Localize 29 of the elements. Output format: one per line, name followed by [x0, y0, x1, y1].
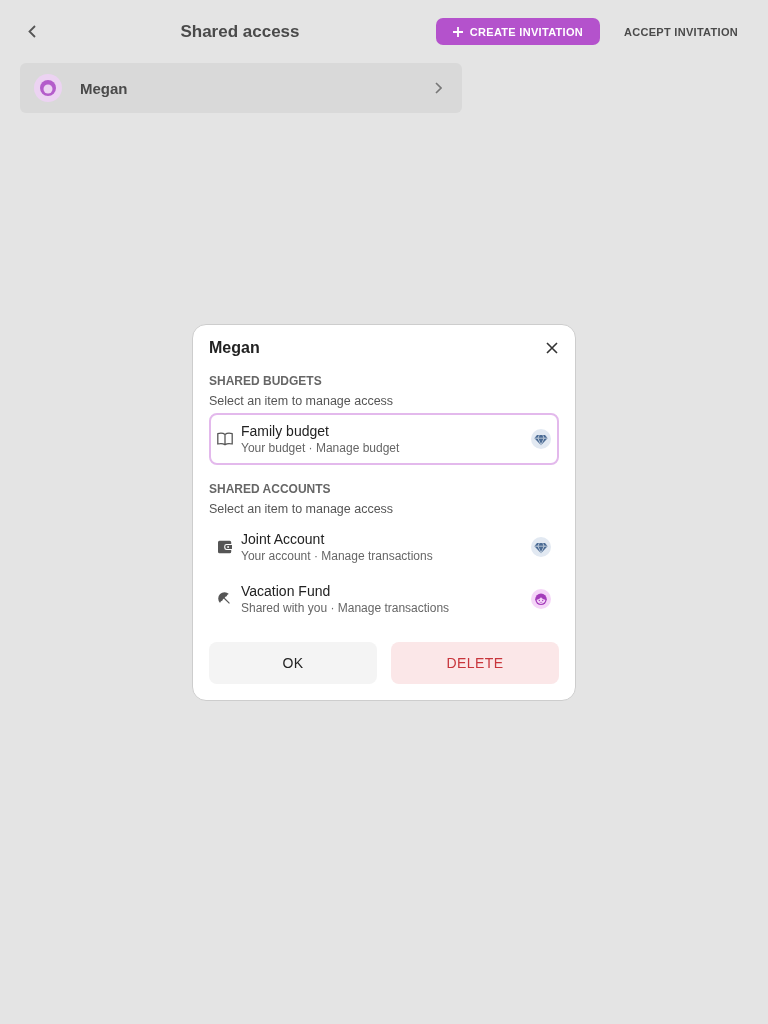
member-name: Megan — [80, 79, 129, 97]
chevron-right-icon — [435, 82, 442, 94]
section-heading: SHARED ACCOUNTS — [209, 480, 332, 497]
access-item[interactable]: Joint Account Your account · Manage transactions — [209, 520, 559, 573]
item-subtitle: Your account · Manage transactions — [241, 547, 434, 564]
item-title: Family budget — [241, 421, 330, 440]
access-item[interactable]: Family budget Your budget · Manage budget — [209, 412, 559, 465]
text-button[interactable]: ACCEPT INVITATION — [613, 18, 748, 45]
wallet-icon — [218, 539, 232, 554]
access-item[interactable]: Vacation Fund Shared with you · Manage transactions — [209, 572, 559, 625]
section-heading: SHARED BUDGETS — [209, 372, 323, 389]
item-subtitle: Your budget · Manage budget — [241, 439, 401, 456]
close-icon[interactable] — [546, 341, 558, 354]
avatar-icon — [34, 74, 62, 102]
book-icon — [217, 430, 233, 447]
page-title: Shared access — [179, 21, 301, 42]
primary-button[interactable]: CREATE INVITATION — [435, 18, 600, 45]
plus-icon — [452, 26, 463, 37]
umbrella-icon — [218, 591, 232, 606]
section-hint: Select an item to manage access — [209, 392, 395, 409]
item-title: Vacation Fund — [241, 581, 332, 600]
back-icon[interactable] — [28, 25, 36, 38]
delete-button[interactable]: DELETE — [391, 641, 559, 684]
ok-button[interactable]: OK — [209, 641, 377, 684]
dialog-title: Megan — [209, 338, 260, 357]
section-hint: Select an item to manage access — [209, 500, 395, 517]
member-row[interactable]: Megan — [20, 63, 462, 113]
item-title: Joint Account — [241, 529, 326, 548]
item-subtitle: Shared with you · Manage transactions — [241, 599, 451, 616]
